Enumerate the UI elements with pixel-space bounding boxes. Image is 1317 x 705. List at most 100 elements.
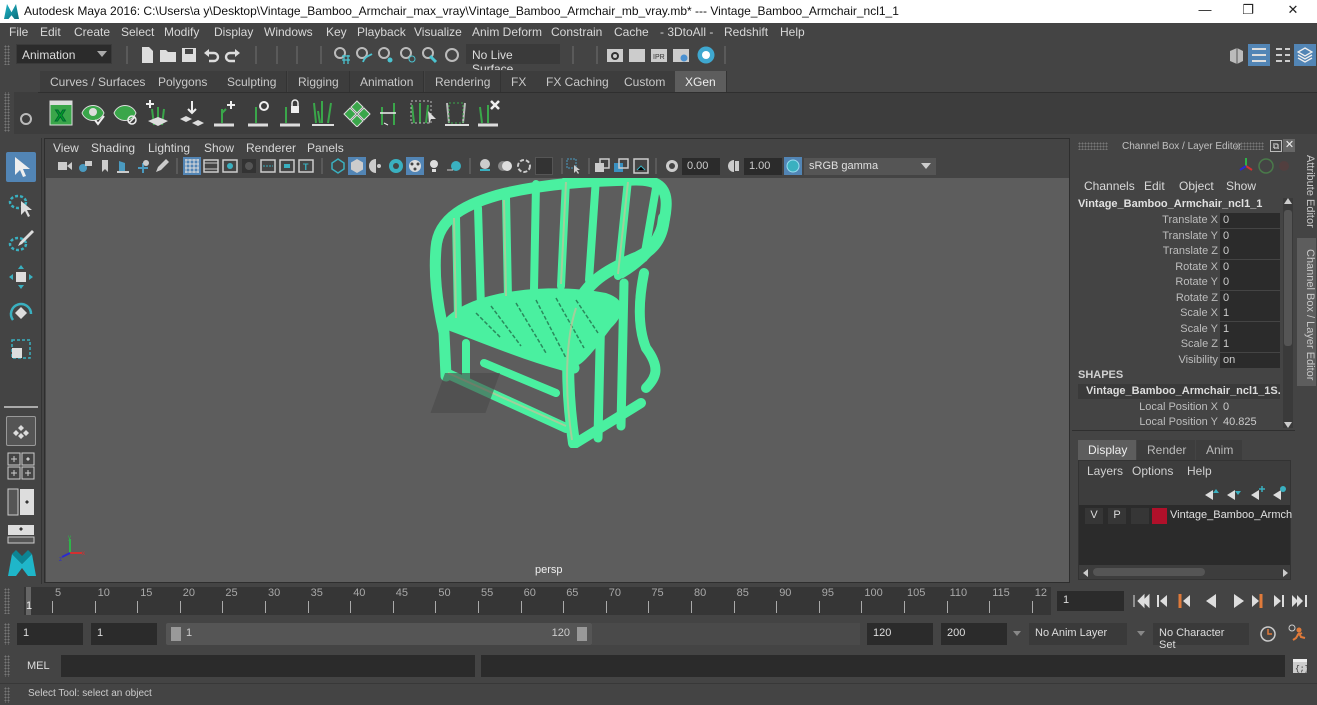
paint-select-tool[interactable] <box>6 226 36 256</box>
vp-menu-show[interactable]: Show <box>204 141 234 155</box>
shelf-tab-rigging[interactable]: Rigging <box>288 71 350 92</box>
exposure-field[interactable]: 0.00 <box>682 158 720 175</box>
grease-pencil-icon[interactable] <box>154 158 170 174</box>
channel-value[interactable]: 0 <box>1220 244 1280 259</box>
shelf-tab-custom[interactable]: Custom <box>614 71 677 92</box>
anim-layer-dropdown[interactable]: No Anim Layer <box>1029 623 1127 645</box>
xgen-add-guide-icon[interactable] <box>144 99 172 127</box>
scrollbar-thumb[interactable] <box>1093 568 1205 576</box>
menu-file[interactable]: File <box>9 25 28 39</box>
xgen-lock-guide-icon[interactable] <box>278 99 306 127</box>
layer-menu-options[interactable]: Options <box>1132 464 1173 478</box>
anim-start-field[interactable]: 1 <box>91 623 157 645</box>
xray-active-components-icon[interactable] <box>613 158 629 174</box>
cb-menu-object[interactable]: Object <box>1179 179 1214 193</box>
command-language-toggle[interactable]: MEL <box>27 660 50 672</box>
render-view-icon[interactable] <box>606 46 624 64</box>
channel-value[interactable]: 1 <box>1220 321 1280 337</box>
layout-four-pane-icon[interactable] <box>7 452 35 480</box>
grip-handle[interactable] <box>4 588 10 614</box>
channel-value[interactable]: 0 <box>1220 213 1280 228</box>
tool-settings-icon[interactable] <box>1274 46 1292 64</box>
resolution-gate-icon[interactable] <box>222 158 238 174</box>
snap-live-icon[interactable] <box>421 46 439 64</box>
layer-playback-toggle[interactable]: P <box>1108 508 1126 524</box>
grip-handle[interactable] <box>4 687 10 703</box>
armchair-model[interactable] <box>406 178 706 448</box>
layer-color-swatch[interactable] <box>1152 508 1167 524</box>
screen-space-ao-icon[interactable] <box>446 158 462 174</box>
vp-menu-renderer[interactable]: Renderer <box>246 141 296 155</box>
command-input[interactable] <box>61 655 475 677</box>
xgen-editor-icon[interactable]: X <box>49 100 73 126</box>
gamma-field[interactable]: 1.00 <box>744 158 782 175</box>
xgen-select-guides-icon[interactable] <box>410 99 440 127</box>
anim-end-field[interactable]: 120 <box>867 623 933 645</box>
move-tool[interactable] <box>6 262 36 292</box>
layout-stacked-pane-icon[interactable] <box>7 524 35 544</box>
shelf-tab-polygons[interactable]: Polygons <box>148 71 219 92</box>
channel-row[interactable]: Rotate X0 <box>1072 259 1280 275</box>
image-plane-icon[interactable] <box>115 158 131 174</box>
live-surface-field[interactable]: No Live Surface <box>466 44 560 76</box>
channel-row[interactable]: Scale X1 <box>1072 306 1280 321</box>
layer-menu-layers[interactable]: Layers <box>1087 464 1123 478</box>
layer-menu-help[interactable]: Help <box>1187 464 1212 478</box>
shelf-settings-icon[interactable] <box>20 113 32 125</box>
grip-handle[interactable] <box>1234 142 1264 150</box>
vp-menu-shading[interactable]: Shading <box>91 141 135 155</box>
time-ruler[interactable]: 1 5 10 15 20 25 30 35 40 45 50 55 60 65 70 75 80 85 90 95 10… <box>24 587 1051 615</box>
render-settings-icon[interactable] <box>672 46 690 64</box>
save-scene-icon[interactable] <box>180 46 198 64</box>
layer-tab-anim[interactable]: Anim <box>1196 440 1242 460</box>
hypershade-icon[interactable] <box>696 45 716 65</box>
channel-row[interactable]: Visibility on <box>1072 352 1280 368</box>
channel-box-tab[interactable]: Channel Box / Layer Editor <box>1297 238 1316 386</box>
menu-key[interactable]: Key <box>326 25 347 39</box>
camera-icon[interactable] <box>57 158 73 174</box>
modeling-toolkit-icon[interactable] <box>1227 46 1245 64</box>
grip-handle[interactable] <box>4 655 10 677</box>
layer-visibility-toggle[interactable]: V <box>1085 508 1103 524</box>
select-tool[interactable] <box>6 152 36 182</box>
channel-row[interactable]: Rotate Y0 <box>1072 275 1280 290</box>
shape-channel-row[interactable]: Local Position X0 <box>1072 400 1280 415</box>
shadows-icon[interactable] <box>426 158 442 174</box>
channel-box-toggle[interactable] <box>1294 44 1316 66</box>
scale-tool[interactable] <box>6 334 36 364</box>
vp-menu-view[interactable]: View <box>53 141 79 155</box>
default-material-icon[interactable] <box>368 158 384 174</box>
shelf-tab-rendering[interactable]: Rendering <box>425 71 502 92</box>
menu-create[interactable]: Create <box>74 25 110 39</box>
vp-menu-panels[interactable]: Panels <box>307 141 344 155</box>
scrollbar-thumb[interactable] <box>1284 210 1292 346</box>
shelf-tab-animation[interactable]: Animation <box>350 71 425 92</box>
render-frame-icon[interactable] <box>628 46 646 64</box>
camera-attributes-icon[interactable] <box>77 158 93 174</box>
backface-culling-icon[interactable] <box>633 158 649 174</box>
layer-name[interactable]: Vintage_Bamboo_Armch <box>1170 509 1292 521</box>
use-lights-toggle[interactable] <box>406 157 424 175</box>
xgen-guides-icon[interactable] <box>310 99 338 127</box>
snap-view-plane-icon[interactable] <box>399 46 417 64</box>
layer-row[interactable]: V P Vintage_Bamboo_Armch <box>1079 507 1292 525</box>
channel-row[interactable]: Translate Y0 <box>1072 228 1280 244</box>
snap-point-icon[interactable] <box>377 46 395 64</box>
menu-constrain[interactable]: Constrain <box>551 25 602 39</box>
range-end-handle[interactable] <box>577 627 587 641</box>
grip-handle[interactable] <box>4 45 10 65</box>
motion-blur-icon[interactable] <box>477 158 493 174</box>
end-time-field[interactable]: 200 <box>941 623 1007 645</box>
layout-single-pane[interactable] <box>6 416 36 446</box>
depth-of-field-icon[interactable] <box>516 158 532 174</box>
safe-action-icon[interactable] <box>279 158 295 174</box>
xgen-sculpt-guide-icon[interactable] <box>246 99 274 127</box>
vp-menu-lighting[interactable]: Lighting <box>148 141 190 155</box>
attribute-editor-tab[interactable]: Attribute Editor <box>1297 142 1316 234</box>
xgen-place-guide-icon[interactable] <box>178 99 206 127</box>
gate-mask-icon[interactable] <box>241 158 257 174</box>
scroll-up-icon[interactable] <box>1284 198 1292 204</box>
layer-tab-render[interactable]: Render <box>1137 440 1195 460</box>
maya-home-icon[interactable] <box>6 548 38 578</box>
channel-row[interactable]: Translate X0 <box>1072 213 1280 228</box>
